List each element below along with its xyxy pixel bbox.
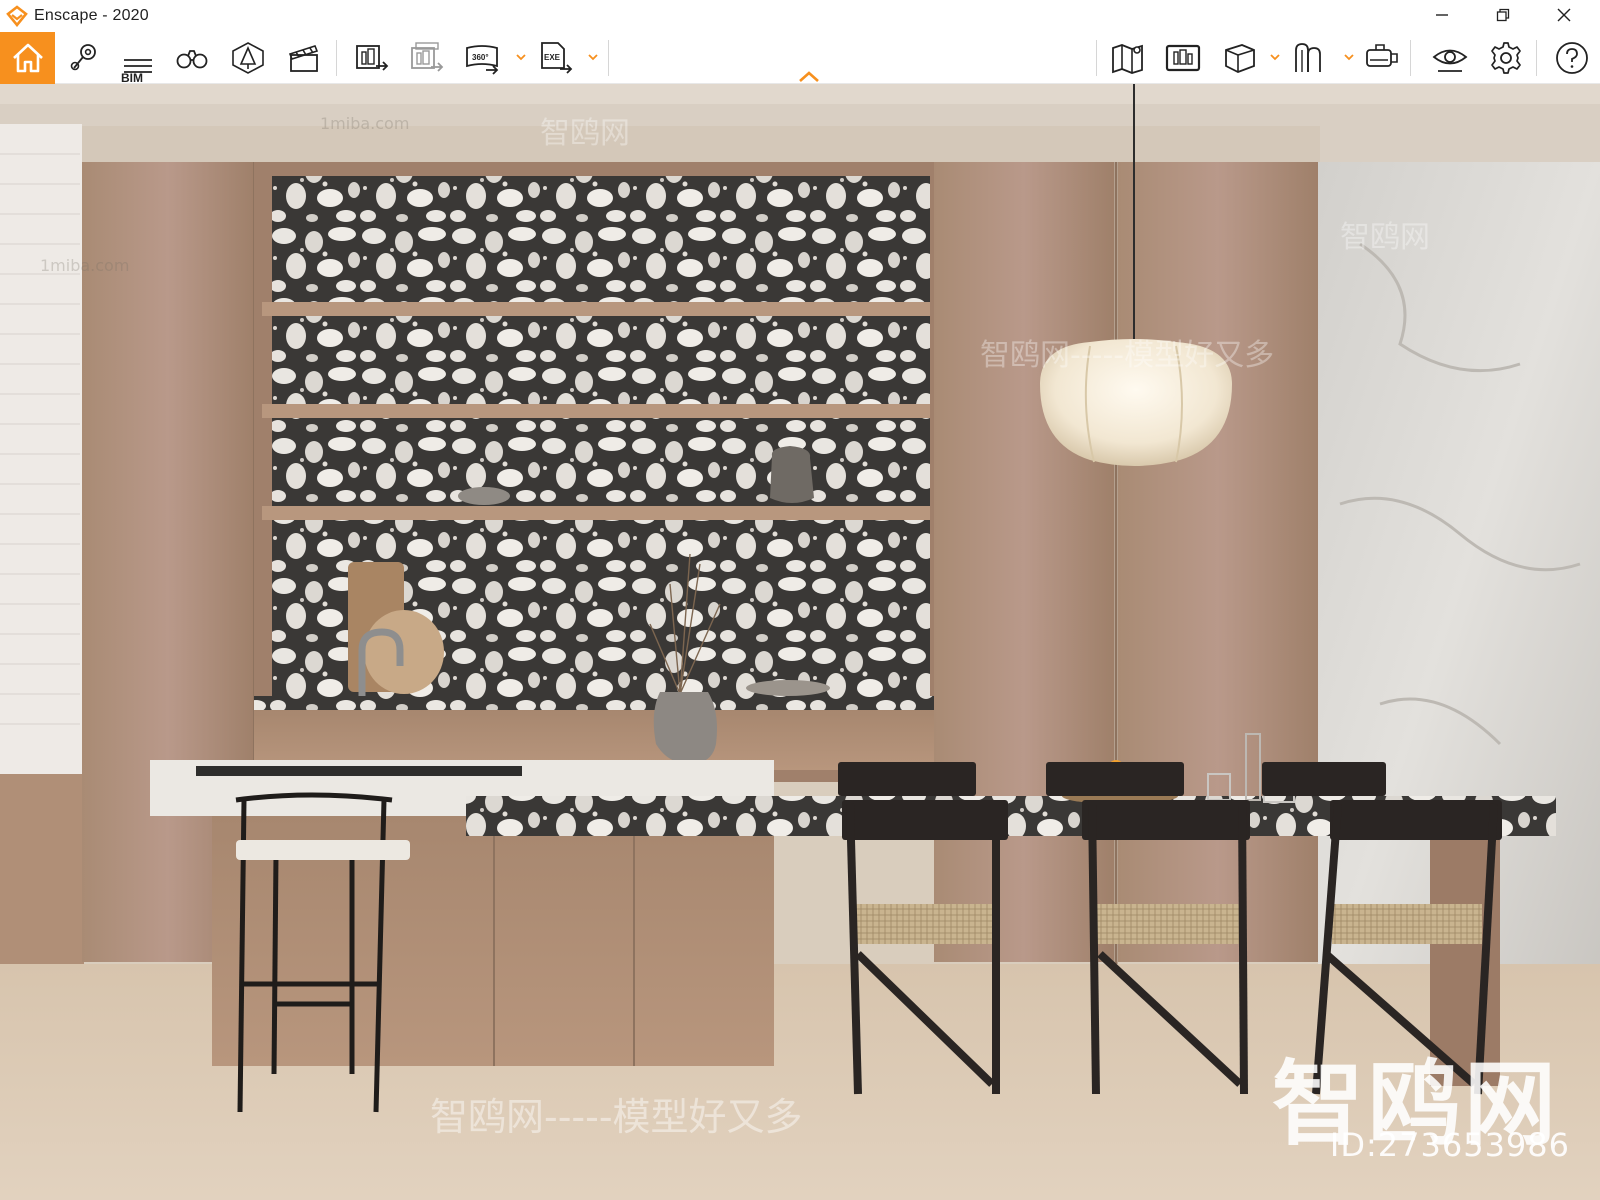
visual-settings-button[interactable]: [1428, 36, 1472, 80]
clapperboard-icon: [288, 45, 319, 72]
enscape-logo-icon: [6, 5, 28, 27]
map-button[interactable]: [1106, 36, 1150, 80]
screenshot-button[interactable]: [1161, 36, 1205, 80]
enscape-window: Enscape - 2020 BIM 360° EXE 1miba.com 1m…: [0, 0, 1600, 1200]
export-exe-button[interactable]: EXE: [534, 36, 578, 80]
minimize-button[interactable]: [1413, 0, 1471, 30]
export-exe-icon: EXE: [541, 42, 573, 74]
materials-dropdown-chevron-icon[interactable]: [1342, 50, 1356, 64]
render-image-button[interactable]: [350, 36, 394, 80]
vr-headset-button[interactable]: [1360, 36, 1404, 80]
svg-text:EXE: EXE: [544, 53, 561, 62]
help-icon: [1556, 42, 1588, 74]
asset-library-icon: [232, 42, 264, 74]
bim-label: BIM: [121, 71, 143, 85]
watermark-id: ID:273653986: [1329, 1126, 1570, 1164]
materials-icon: [1295, 43, 1321, 72]
watermark-slogan-bottom: 智鸥网-----模型好又多: [430, 1095, 803, 1139]
asset-library-button[interactable]: [226, 36, 270, 80]
video-editor-button[interactable]: [282, 36, 326, 80]
close-icon: [1557, 8, 1571, 22]
restore-button[interactable]: [1474, 0, 1532, 30]
screenshot-icon: [1165, 44, 1201, 72]
export-dropdown-chevron-icon[interactable]: [586, 50, 600, 64]
batch-render-button[interactable]: [405, 36, 449, 80]
panorama-dropdown-chevron-icon[interactable]: [514, 50, 528, 64]
svg-text:360°: 360°: [472, 53, 489, 62]
help-button[interactable]: [1550, 36, 1594, 80]
box-button[interactable]: [1218, 36, 1262, 80]
title-bar: Enscape - 2020: [0, 0, 1600, 32]
toolbar-separator: [1536, 40, 1537, 76]
binoculars-icon: [176, 50, 208, 69]
watermark-site: 1miba.com: [320, 114, 410, 133]
watermark-slogan: 智鸥网-----模型好又多: [980, 338, 1275, 373]
render-image-icon: [356, 45, 389, 71]
watermark-brand: 智鸥网: [540, 116, 630, 151]
watermark-site: 1miba.com: [40, 256, 130, 275]
restore-icon: [1496, 8, 1510, 22]
watermark-brand: 智鸥网: [1340, 220, 1430, 255]
toolbar-separator: [608, 40, 609, 76]
window-title: Enscape - 2020: [34, 7, 149, 24]
panorama-360-icon: 360°: [466, 45, 499, 75]
collapse-toolbar-chevron-icon[interactable]: [796, 68, 822, 84]
box-dropdown-chevron-icon[interactable]: [1268, 50, 1282, 64]
home-icon: [12, 43, 43, 73]
minimize-icon: [1436, 14, 1448, 16]
box-icon: [1225, 44, 1255, 73]
views-button[interactable]: [62, 36, 106, 80]
location-pin-icon: [70, 44, 96, 71]
materials-button[interactable]: [1288, 36, 1332, 80]
eye-icon: [1432, 49, 1468, 72]
binoculars-button[interactable]: [170, 36, 214, 80]
settings-button[interactable]: [1484, 36, 1528, 80]
panorama-button[interactable]: 360°: [460, 36, 504, 80]
toolbar-separator: [336, 40, 337, 76]
close-button[interactable]: [1535, 0, 1593, 30]
gear-icon: [1491, 42, 1521, 74]
toolbar-separator: [1410, 40, 1411, 76]
toolbar-separator: [1096, 40, 1097, 76]
map-icon: [1112, 44, 1143, 74]
home-button[interactable]: [0, 32, 55, 84]
render-viewport[interactable]: 1miba.com 1miba.com 智鸥网-----模型好又多 智鸥网 智鸥…: [0, 84, 1600, 1200]
vr-headset-icon: [1366, 44, 1398, 67]
batch-render-icon: [411, 42, 444, 72]
